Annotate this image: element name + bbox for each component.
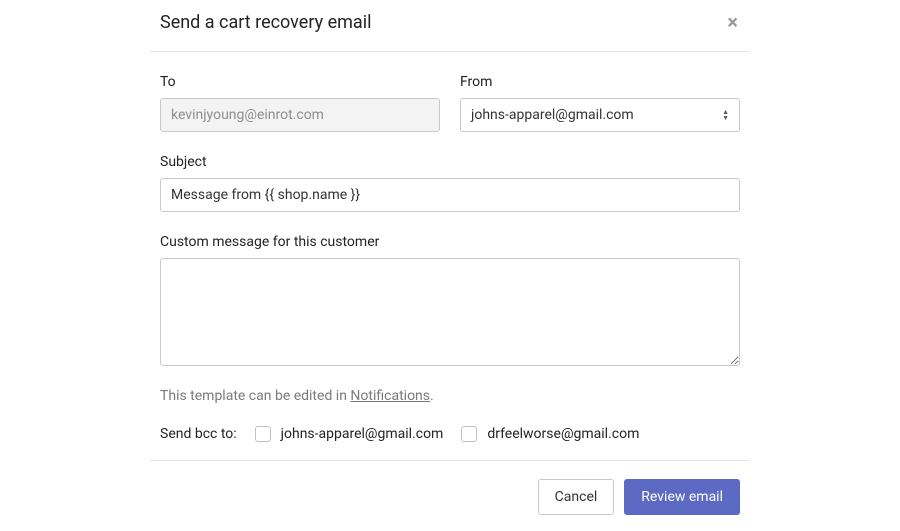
review-email-button[interactable]: Review email xyxy=(624,479,740,515)
modal-footer: Cancel Review email xyxy=(150,460,750,525)
close-icon[interactable]: × xyxy=(725,12,740,32)
modal-body: To From johns-apparel@gmail.com ▲ ▼ Subj… xyxy=(150,52,750,460)
from-field-group: From johns-apparel@gmail.com ▲ ▼ xyxy=(460,74,740,132)
custom-message-label: Custom message for this customer xyxy=(160,234,740,250)
subject-label: Subject xyxy=(160,154,740,170)
bcc-option-0: johns-apparel@gmail.com xyxy=(255,426,444,442)
bcc-option-1: drfeelworse@gmail.com xyxy=(461,426,639,442)
custom-message-field-group: Custom message for this customer xyxy=(160,234,740,366)
template-note-prefix: This template can be edited in xyxy=(160,388,350,404)
bcc-email-1: drfeelworse@gmail.com xyxy=(487,426,639,442)
modal-header: Send a cart recovery email × xyxy=(150,0,750,52)
bcc-row: Send bcc to: johns-apparel@gmail.com drf… xyxy=(160,426,740,442)
bcc-checkbox-0[interactable] xyxy=(255,426,271,442)
bcc-label: Send bcc to: xyxy=(160,426,237,442)
cancel-button[interactable]: Cancel xyxy=(538,479,615,515)
to-field-group: To xyxy=(160,74,440,132)
bcc-email-0: johns-apparel@gmail.com xyxy=(281,426,444,442)
bcc-checkbox-1[interactable] xyxy=(461,426,477,442)
from-select[interactable]: johns-apparel@gmail.com ▲ ▼ xyxy=(460,98,740,132)
template-note: This template can be edited in Notificat… xyxy=(160,388,740,404)
from-label: From xyxy=(460,74,740,90)
cart-recovery-email-modal: Send a cart recovery email × To From joh… xyxy=(150,0,750,525)
subject-field-group: Subject xyxy=(160,154,740,212)
subject-input[interactable] xyxy=(160,178,740,212)
custom-message-textarea[interactable] xyxy=(160,258,740,366)
template-note-suffix: . xyxy=(430,388,434,404)
from-selected-value: johns-apparel@gmail.com xyxy=(471,107,634,123)
to-label: To xyxy=(160,74,440,90)
modal-title: Send a cart recovery email xyxy=(160,12,371,33)
notifications-link[interactable]: Notifications xyxy=(350,388,430,404)
to-input xyxy=(160,98,440,132)
select-arrows-icon: ▲ ▼ xyxy=(722,109,729,121)
